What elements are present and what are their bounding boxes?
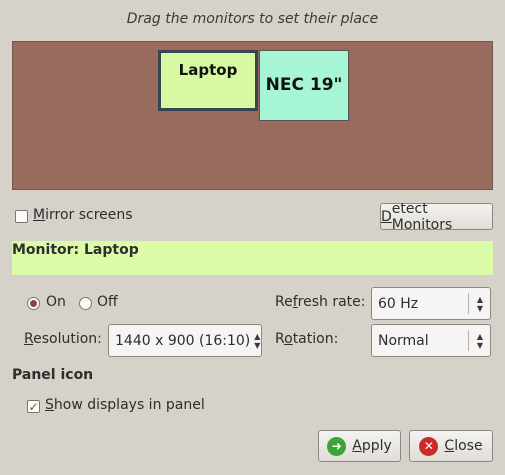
monitor-nec19-label: NEC 19" <box>265 74 343 95</box>
monitor-header-title: Monitor: Laptop <box>12 242 139 258</box>
up-down-arrows-icon: ▲ ▼ <box>476 294 484 313</box>
mirror-screens-checkbox[interactable] <box>15 210 28 223</box>
rotation-label: Rotation: <box>275 331 339 347</box>
show-displays-checkbox[interactable]: ✓ <box>27 400 40 413</box>
up-down-arrows-icon: ▲ ▼ <box>254 331 261 350</box>
off-label[interactable]: Off <box>97 294 118 310</box>
resolution-value: 1440 x 900 (16:10) <box>115 332 251 349</box>
rotation-select[interactable]: Normal ▲ ▼ <box>371 324 491 357</box>
monitor-laptop-label: Laptop <box>178 61 238 79</box>
detect-monitors-button[interactable]: Detect Monitors <box>380 201 493 233</box>
panel-icon-title: Panel icon <box>12 367 94 383</box>
rotation-value: Normal <box>378 332 429 349</box>
show-displays-label[interactable]: Show displays in panel <box>45 397 205 413</box>
monitor-arrangement-area[interactable]: Laptop NEC 19" <box>12 41 493 190</box>
monitor-header: Monitor: Laptop <box>12 241 493 275</box>
instruction-text: Drag the monitors to set their place <box>126 11 379 27</box>
monitor-nec19[interactable]: NEC 19" <box>259 50 349 121</box>
refresh-rate-select[interactable]: 60 Hz ▲ ▼ <box>371 287 491 320</box>
on-radio[interactable] <box>27 297 40 310</box>
mirror-screens-label[interactable]: Mirror screens <box>33 207 133 223</box>
checkmark-icon: ✓ <box>28 399 39 414</box>
on-label[interactable]: On <box>46 294 66 310</box>
close-x-icon: ✕ <box>419 436 439 456</box>
up-down-arrows-icon: ▲ ▼ <box>476 331 484 350</box>
refresh-rate-value: 60 Hz <box>378 295 419 312</box>
monitor-laptop[interactable]: Laptop <box>158 50 258 111</box>
radio-selected-dot <box>30 300 37 307</box>
resolution-label: Resolution: <box>24 331 102 347</box>
off-radio[interactable] <box>79 297 92 310</box>
close-button[interactable]: ✕ Close <box>409 430 493 462</box>
apply-arrow-icon: ➜ <box>327 436 347 456</box>
refresh-rate-label: Refresh rate: <box>275 294 366 310</box>
resolution-select[interactable]: 1440 x 900 (16:10) ▲ ▼ <box>108 324 262 357</box>
apply-button[interactable]: ➜ Apply <box>318 430 401 462</box>
